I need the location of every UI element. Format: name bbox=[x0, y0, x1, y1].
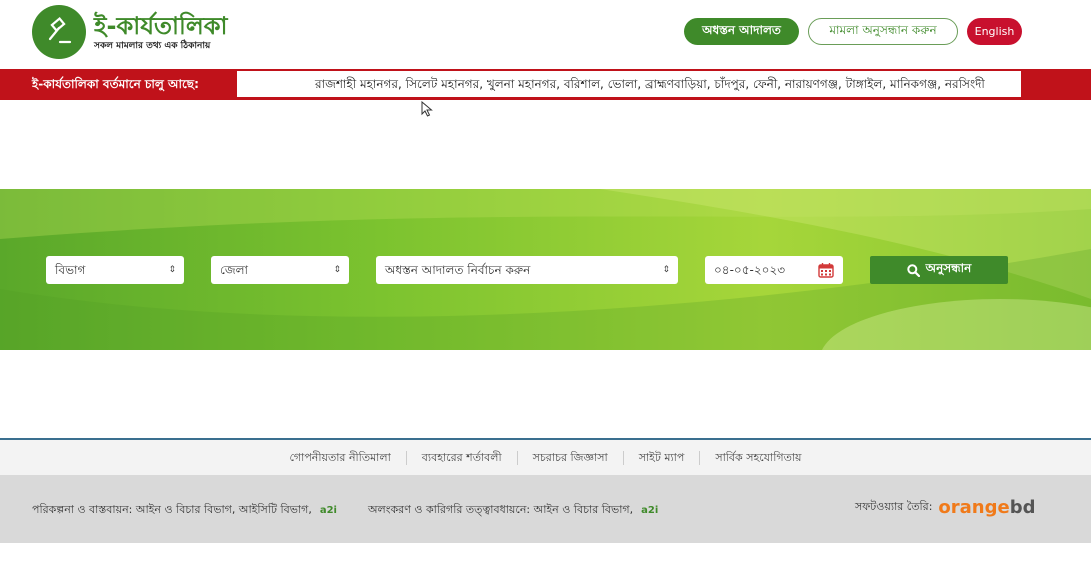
site-logo[interactable]: ই-কার্যতালিকা সকল মামলার তথ্য এক ঠিকানায… bbox=[32, 5, 228, 59]
cursor-icon bbox=[421, 100, 433, 121]
court-select-value: অধস্তন আদালত নির্বাচন করুন bbox=[385, 263, 531, 277]
logo-subtitle: সকল মামলার তথ্য এক ঠিকানায় bbox=[94, 41, 211, 51]
select-arrows-icon: ⇕ bbox=[168, 265, 176, 275]
footer-credits: পরিকল্পনা ও বাস্তবায়ন: আইন ও বিচার বিভা… bbox=[0, 475, 1091, 543]
software-credit-label: সফটওয়্যার তৈরি: bbox=[855, 500, 933, 513]
court-select[interactable]: অধস্তন আদালত নির্বাচন করুন ⇕ bbox=[376, 256, 678, 284]
date-input[interactable]: ০৪-০৫-২০২৩ bbox=[705, 256, 843, 284]
ticker-marquee: রাজশাহী মহানগর, সিলেট মহানগর, খুলনা মহান… bbox=[237, 71, 1021, 97]
credit-planning: পরিকল্পনা ও বাস্তবায়ন: আইন ও বিচার বিভা… bbox=[32, 501, 337, 520]
search-button-label: অনুসন্ধান bbox=[925, 261, 972, 275]
select-arrows-icon: ⇕ bbox=[333, 265, 341, 275]
date-input-value: ০৪-০৫-২০২৩ bbox=[714, 263, 786, 277]
lower-court-button[interactable]: অধস্তন আদালত bbox=[684, 18, 799, 45]
orangebd-logo-orange: orange bbox=[938, 497, 1010, 518]
footer-link-sitemap[interactable]: সাইট ম্যাপ bbox=[624, 450, 701, 465]
select-arrows-icon: ⇕ bbox=[662, 265, 670, 275]
orangebd-logo-bd: bd bbox=[1009, 497, 1036, 518]
search-icon bbox=[906, 263, 920, 277]
credit-decoration: অলংকরণ ও কারিগরি তত্ত্বাবধায়নে: আইন ও ব… bbox=[368, 501, 658, 520]
credit-planning-text: পরিকল্পনা ও বাস্তবায়ন: আইন ও বিচার বিভা… bbox=[32, 503, 312, 516]
credit-decoration-text: অলংকরণ ও কারিগরি তত্ত্বাবধায়নে: আইন ও ব… bbox=[368, 503, 634, 516]
district-select-value: জেলা bbox=[220, 263, 249, 277]
english-language-button[interactable]: English bbox=[967, 18, 1022, 45]
gavel-icon bbox=[32, 5, 86, 59]
software-credit: সফটওয়্যার তৈরি: orangebd bbox=[855, 497, 1036, 518]
district-select[interactable]: জেলা ⇕ bbox=[211, 256, 349, 284]
logo-title: ই-কার্যতালিকা bbox=[94, 12, 228, 40]
calendar-icon[interactable] bbox=[818, 262, 834, 278]
footer-link-cooperation[interactable]: সার্বিক সহযোগিতায় bbox=[700, 451, 816, 465]
division-select-value: বিভাগ bbox=[55, 263, 86, 277]
footer-links: গোপনীয়তার নীতিমালা ব্যবহারের শর্তাবলী স… bbox=[0, 440, 1091, 475]
active-locations-ticker: ই-কার্যতালিকা বর্তমানে চালু আছে: রাজশাহী… bbox=[0, 69, 1091, 100]
division-select[interactable]: বিভাগ ⇕ bbox=[46, 256, 184, 284]
a2i-logo[interactable]: a2i bbox=[641, 505, 658, 516]
footer-link-terms[interactable]: ব্যবহারের শর্তাবলী bbox=[407, 450, 518, 465]
footer-link-privacy[interactable]: গোপনীয়তার নীতিমালা bbox=[274, 450, 407, 465]
search-button[interactable]: অনুসন্ধান bbox=[870, 256, 1008, 284]
search-banner: বিভাগ ⇕ জেলা ⇕ অধস্তন আদালত নির্বাচন করু… bbox=[0, 189, 1091, 350]
case-search-button[interactable]: মামলা অনুসন্ধান করুন bbox=[808, 18, 958, 45]
footer-link-faq[interactable]: সচরাচর জিজ্ঞাসা bbox=[518, 450, 624, 465]
ticker-label: ই-কার্যতালিকা বর্তমানে চালু আছে: bbox=[32, 77, 199, 91]
ticker-text: রাজশাহী মহানগর, সিলেট মহানগর, খুলনা মহান… bbox=[315, 77, 985, 91]
orangebd-logo[interactable]: orangebd bbox=[938, 497, 1035, 518]
site-header: ই-কার্যতালিকা সকল মামলার তথ্য এক ঠিকানায… bbox=[0, 0, 1091, 68]
a2i-logo[interactable]: a2i bbox=[320, 505, 337, 516]
